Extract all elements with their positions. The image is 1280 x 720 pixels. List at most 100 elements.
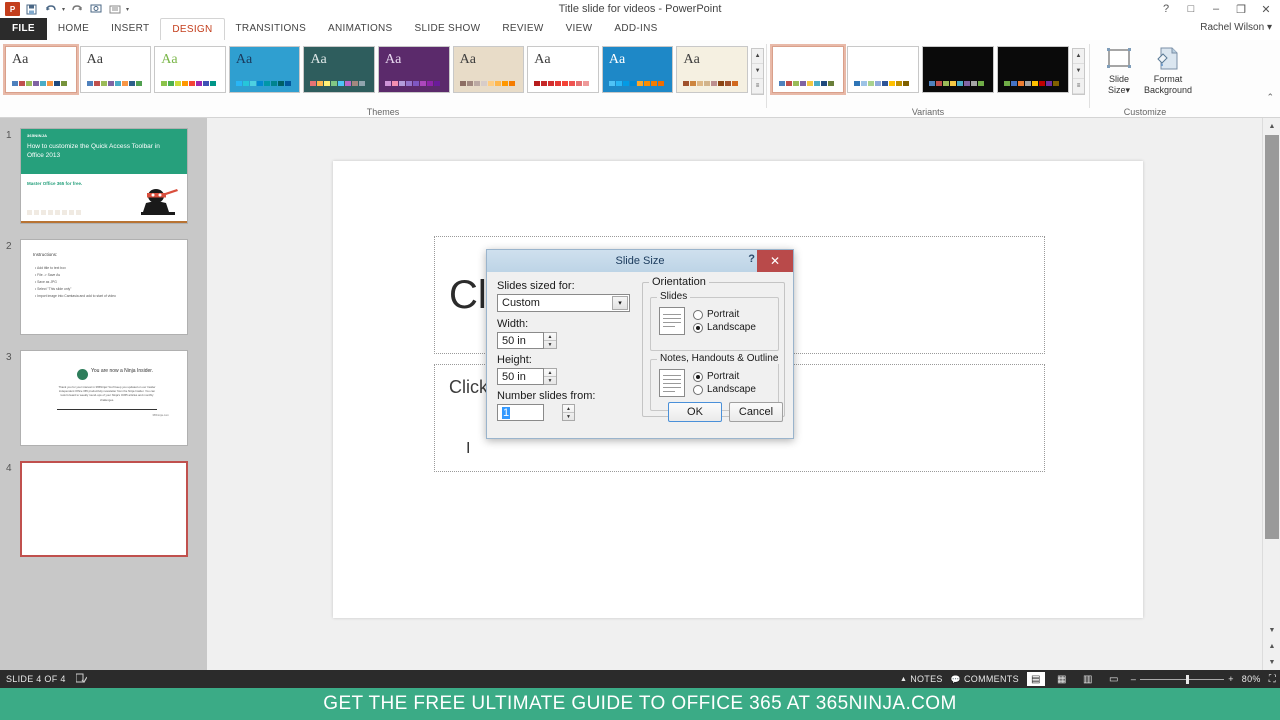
retrospect-theme[interactable]: Aa (228, 46, 301, 93)
slides-sized-for-combo[interactable]: Custom ▾ (497, 294, 630, 312)
tab-slide-show[interactable]: SLIDE SHOW (404, 18, 492, 40)
tab-add-ins[interactable]: ADD-INS (603, 18, 668, 40)
format-background-button[interactable]: Format Background (1144, 44, 1192, 96)
minimize-button[interactable]: – (1204, 1, 1228, 17)
slide-size-dialog[interactable]: Slide Size ? ✕ Slides sized for: Custom … (486, 249, 794, 439)
undo-dropdown-caret[interactable]: ▾ (62, 6, 65, 13)
number-spinner-down[interactable]: ▼ (563, 413, 574, 420)
tab-design[interactable]: DESIGN (160, 18, 225, 40)
ribbon-display-options-button[interactable]: □ (1179, 1, 1203, 17)
ok-button[interactable]: OK (668, 402, 722, 422)
slide-thumbnail-item[interactable]: 1 365NINJA How to customize the Quick Acce… (0, 126, 207, 229)
chevron-down-icon[interactable]: ▾ (612, 296, 628, 310)
height-spinner-down[interactable]: ▼ (544, 377, 556, 384)
slide-thumbnail-1[interactable]: 365NINJA How to customize the Quick Acces… (20, 128, 188, 224)
variant-2[interactable] (847, 46, 919, 93)
height-input[interactable]: 50 in (497, 368, 544, 385)
slide-thumbnail-pane[interactable]: 1 365NINJA How to customize the Quick Acce… (0, 118, 207, 670)
width-input[interactable]: 50 in (497, 332, 544, 349)
tab-home[interactable]: HOME (47, 18, 100, 40)
view-slideshow-button[interactable]: ▭ (1105, 672, 1123, 686)
customize-qat-caret[interactable]: ▾ (126, 6, 129, 13)
user-account[interactable]: Rachel Wilson ▾ (1200, 22, 1272, 33)
tab-review[interactable]: REVIEW (491, 18, 554, 40)
variant-1[interactable] (770, 44, 846, 95)
vertical-scrollbar[interactable]: ▲ ▼ ▲ ▼ (1262, 118, 1280, 670)
view-reading-button[interactable]: ▥ (1079, 672, 1097, 686)
gallery-scroll-up[interactable]: ▲ (752, 49, 764, 64)
gallery-scroll-up[interactable]: ▲ (1073, 49, 1084, 64)
notes-landscape-radio[interactable]: Landscape (693, 384, 756, 395)
tab-file[interactable]: FILE (0, 18, 47, 40)
previous-slide-button[interactable]: ▲ (1263, 638, 1280, 654)
slide-size-button[interactable]: Slide Size▾ (1098, 44, 1140, 96)
next-slide-button[interactable]: ▼ (1263, 654, 1280, 670)
notes-portrait-radio[interactable]: Portrait (693, 371, 756, 382)
view-normal-button[interactable]: ▤ (1026, 672, 1045, 686)
depth-theme[interactable]: Aa (601, 46, 674, 93)
gallery-more[interactable]: ≡ (752, 79, 764, 94)
comments-button[interactable]: 💬 COMMENTS (951, 674, 1019, 684)
facet-theme[interactable]: Aa (79, 46, 152, 93)
zoom-knob[interactable] (1186, 674, 1190, 684)
height-spinner-buttons[interactable]: ▲ ▼ (544, 368, 557, 385)
tab-insert[interactable]: INSERT (100, 18, 160, 40)
slide-thumbnail-item[interactable]: 3 You are now a Ninja Insider. Thank you f… (0, 348, 207, 451)
width-spinner-buttons[interactable]: ▲ ▼ (544, 332, 557, 349)
scroll-down-button[interactable]: ▼ (1263, 622, 1280, 638)
celestial-theme[interactable]: Aa (527, 46, 599, 93)
berlin-theme[interactable]: Aa (452, 46, 525, 93)
redo-icon[interactable] (69, 2, 84, 16)
wisp-theme[interactable]: Aa (378, 46, 450, 93)
slide-thumbnail-4[interactable] (20, 461, 188, 557)
gallery-scroll-down[interactable]: ▼ (1073, 64, 1084, 79)
zoom-out-button[interactable]: – (1131, 674, 1136, 684)
save-icon[interactable] (24, 2, 39, 16)
zoom-slider[interactable]: – + (1131, 674, 1234, 684)
spell-check-icon[interactable] (75, 673, 88, 685)
tab-view[interactable]: VIEW (555, 18, 604, 40)
collapse-ribbon-button[interactable]: ⌃ (1266, 92, 1274, 103)
number-spinner-buttons[interactable]: ▲ ▼ (562, 404, 575, 421)
tab-animations[interactable]: ANIMATIONS (317, 18, 403, 40)
help-button[interactable]: ? (1154, 1, 1178, 17)
cancel-button[interactable]: Cancel (729, 402, 783, 422)
gallery-scroll-down[interactable]: ▼ (752, 64, 764, 79)
undo-icon[interactable] (43, 2, 58, 16)
number-slides-from-input[interactable]: 1 (497, 404, 544, 421)
ion-theme[interactable]: Aa (154, 46, 226, 93)
width-spinner-up[interactable]: ▲ (544, 333, 556, 341)
restore-button[interactable]: ❐ (1229, 1, 1253, 17)
variant-4[interactable] (997, 46, 1069, 93)
fit-to-window-button[interactable]: ⛶ (1269, 674, 1276, 685)
slides-portrait-radio[interactable]: Portrait (693, 309, 756, 320)
zoom-in-button[interactable]: + (1228, 674, 1234, 684)
gallery-scroll-buttons[interactable]: ▲ ▼ ≡ (751, 48, 765, 95)
close-button[interactable]: ✕ (1254, 1, 1278, 17)
zoom-track[interactable] (1140, 674, 1225, 684)
slide-thumbnail-item[interactable]: 4 (0, 459, 207, 562)
height-spinner-up[interactable]: ▲ (544, 369, 556, 377)
variant-3[interactable] (922, 46, 994, 93)
number-spinner-up[interactable]: ▲ (563, 405, 574, 413)
themes-gallery[interactable]: Aa Aa Aa Aa Aa Aa Aa Aa Aa Aa ▲ ▼ ≡ (2, 40, 765, 95)
gallery-scroll-buttons[interactable]: ▲ ▼ ≡ (1072, 48, 1085, 95)
slide-thumbnail-item[interactable]: 2 Instructions: • Add title to text box • F… (0, 237, 207, 340)
start-slideshow-icon[interactable] (88, 2, 103, 16)
gallery-more[interactable]: ≡ (1073, 79, 1084, 94)
tab-transitions[interactable]: TRANSITIONS (225, 18, 318, 40)
slides-landscape-radio[interactable]: Landscape (693, 322, 756, 333)
scrollbar-thumb[interactable] (1265, 135, 1279, 539)
width-spinner-down[interactable]: ▼ (544, 341, 556, 348)
slide-thumbnail-2[interactable]: Instructions: • Add title to text box • Fi… (20, 239, 188, 335)
view-slide-sorter-button[interactable]: ▦ (1053, 672, 1071, 686)
slice-theme[interactable]: Aa (303, 46, 376, 93)
presenter-view-icon[interactable] (107, 2, 122, 16)
office-theme[interactable]: Aa (3, 44, 79, 95)
slide-thumbnail-3[interactable]: You are now a Ninja Insider. Thank you fo… (20, 350, 188, 446)
quotable-theme[interactable]: Aa (676, 46, 749, 93)
dialog-close-button[interactable]: ✕ (757, 250, 793, 272)
variants-gallery[interactable]: ▲ ▼ ≡ (769, 40, 1087, 95)
dialog-help-button[interactable]: ? (748, 253, 755, 265)
scroll-up-button[interactable]: ▲ (1263, 118, 1280, 134)
